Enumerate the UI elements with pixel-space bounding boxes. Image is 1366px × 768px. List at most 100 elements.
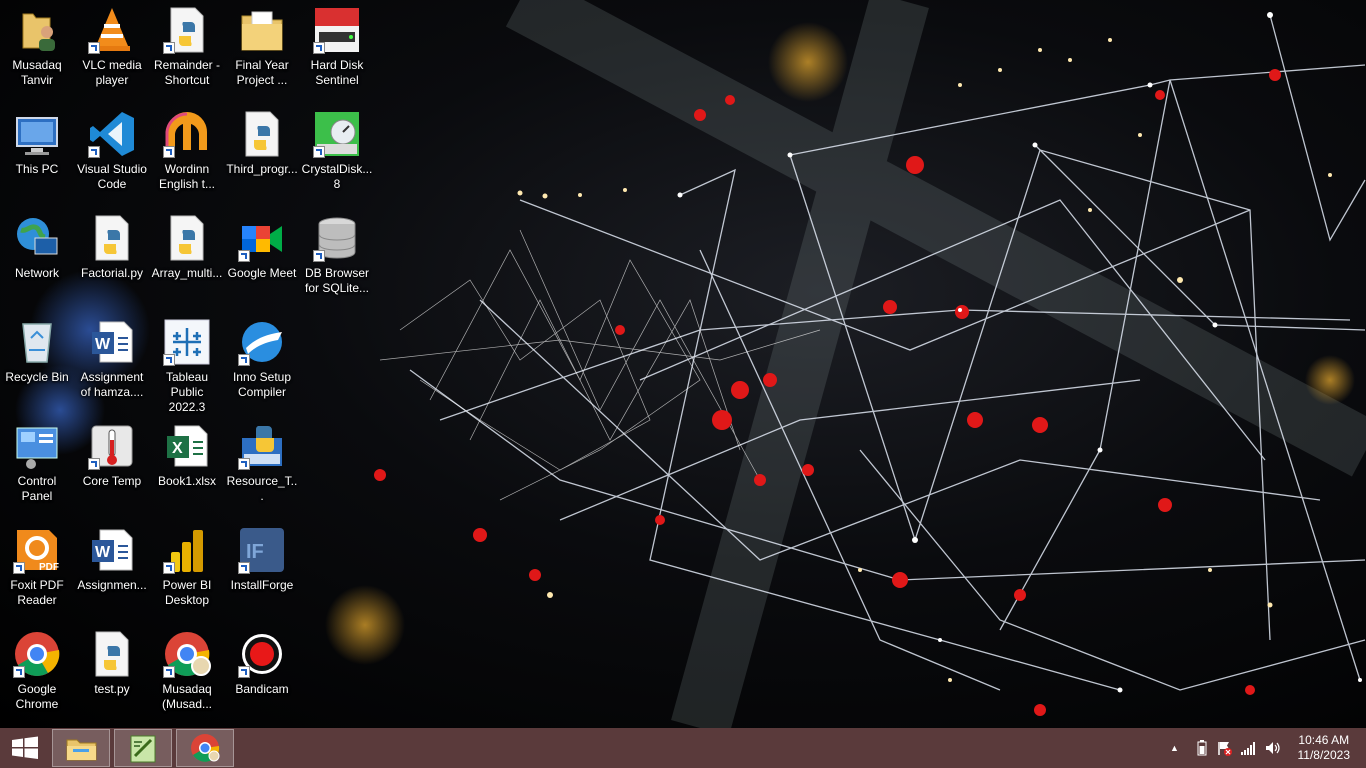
icon-label: Resource_T... [226, 474, 298, 503]
icon-label: Third_progr... [226, 162, 298, 176]
icon-label: Final Year Project ... [235, 58, 289, 87]
icon-label: Network [14, 266, 59, 280]
desktop-icon-google-meet[interactable]: Google Meet [225, 208, 299, 308]
python-file-icon [163, 6, 211, 54]
hdd-sentinel-icon [313, 6, 361, 54]
icon-label: Foxit PDF Reader [10, 578, 64, 607]
shortcut-arrow-icon [88, 458, 100, 470]
svg-text:X: X [172, 440, 183, 457]
computer-icon [13, 110, 61, 158]
taskbar-file-explorer[interactable] [52, 729, 110, 767]
desktop-icon-vscode[interactable]: Visual Studio Code [75, 104, 149, 204]
shortcut-arrow-icon [163, 146, 175, 158]
vscode-icon [88, 110, 136, 158]
desktop-icon-recycle-bin[interactable]: Recycle Bin [0, 312, 74, 412]
desktop-icon-tableau[interactable]: Tableau Public 2022.3 [150, 312, 224, 414]
shortcut-arrow-icon [238, 458, 250, 470]
desktop-icon-control-panel[interactable]: Control Panel [0, 416, 74, 516]
folder-icon [238, 6, 286, 54]
desktop-icon-crystaldisk[interactable]: CrystalDisk... 8 [300, 104, 374, 204]
icon-label: Array_multi... [151, 266, 223, 280]
excel-icon: X [163, 422, 211, 470]
chrome-icon [191, 734, 220, 762]
desktop-icon-array-multi[interactable]: Array_multi... [150, 208, 224, 308]
icon-label: Google Meet [227, 266, 297, 280]
powerbi-icon [163, 526, 211, 574]
tableau-icon [163, 318, 211, 366]
desktop-icon-vlc[interactable]: VLC media player [75, 0, 149, 100]
desktop-icon-resource-t[interactable]: Resource_T... [225, 416, 299, 516]
desktop-icon-google-chrome[interactable]: Google Chrome [0, 624, 74, 724]
icon-label: Assignmen... [77, 578, 147, 592]
desktop-icon-test-py[interactable]: test.py [75, 624, 149, 724]
shortcut-arrow-icon [163, 666, 175, 678]
action-center-flag-icon[interactable] [1216, 740, 1232, 756]
icon-label: Assignment of hamza.... [80, 370, 144, 399]
icon-label: Control Panel [17, 474, 57, 503]
clock-date: 11/8/2023 [1297, 748, 1351, 762]
shortcut-arrow-icon [238, 562, 250, 574]
shortcut-arrow-icon [238, 250, 250, 262]
control-panel-icon [13, 422, 61, 470]
shortcut-arrow-icon [13, 666, 25, 678]
desktop-icon-bandicam[interactable]: Bandicam [225, 624, 299, 724]
svg-text:W: W [95, 544, 111, 561]
svg-text:IF: IF [246, 541, 264, 563]
desktop-icon-assignment-word[interactable]: W Assignment of hamza.... [75, 312, 149, 412]
icon-label: Hard Disk Sentinel [310, 58, 364, 87]
desktop-icon-musadaq-chrome-profile[interactable]: Musadaq (Musad... [150, 624, 224, 724]
desktop-icon-musadaq-tanvir[interactable]: Musadaq Tanvir [0, 0, 74, 100]
desktop-icon-final-year-project[interactable]: Final Year Project ... [225, 0, 299, 100]
icon-label: Visual Studio Code [77, 162, 147, 191]
shortcut-arrow-icon [163, 42, 175, 54]
svg-text:PDF: PDF [39, 562, 59, 573]
network-icon [13, 214, 61, 262]
start-button[interactable] [0, 728, 50, 768]
icon-label: Factorial.py [80, 266, 144, 280]
shortcut-arrow-icon [313, 146, 325, 158]
volume-icon[interactable] [1264, 740, 1282, 756]
battery-icon[interactable] [1196, 740, 1208, 756]
desktop-icon-third-program[interactable]: Third_progr... [225, 104, 299, 204]
icon-label: VLC media player [82, 58, 142, 87]
taskbar-notepad-plus[interactable] [114, 729, 172, 767]
word-doc-icon: W [88, 526, 136, 574]
desktop-icon-power-bi[interactable]: Power BI Desktop [150, 520, 224, 620]
chrome-icon [13, 630, 61, 678]
shortcut-arrow-icon [313, 250, 325, 262]
icon-label: Power BI Desktop [162, 578, 212, 607]
desktop-icon-foxit-pdf-reader[interactable]: PDF Foxit PDF Reader [0, 520, 74, 620]
icon-label: Tableau Public 2022.3 [165, 370, 209, 414]
python-file-icon [163, 214, 211, 262]
show-hidden-icons-arrow[interactable]: ▲ [1170, 743, 1179, 753]
vlc-icon [88, 6, 136, 54]
desktop-icon-network[interactable]: Network [0, 208, 74, 308]
desktop-icon-factorial-py[interactable]: Factorial.py [75, 208, 149, 308]
notepad-plus-icon [130, 735, 156, 763]
taskbar-clock[interactable]: 10:46 AM 11/8/2023 [1298, 733, 1351, 763]
desktop-icon-assignment-word-2[interactable]: W Assignmen... [75, 520, 149, 620]
icon-label: Remainder - Shortcut [153, 58, 221, 87]
database-icon [313, 214, 361, 262]
icon-label: Bandicam [235, 682, 289, 696]
file-explorer-icon [66, 739, 97, 761]
desktop-icon-hard-disk-sentinel[interactable]: Hard Disk Sentinel [300, 0, 374, 100]
taskbar-chrome[interactable] [176, 729, 234, 767]
desktop-icon-book1-xlsx[interactable]: X Book1.xlsx [150, 416, 224, 516]
desktop-icon-remainder-shortcut[interactable]: Remainder - Shortcut [150, 0, 224, 100]
network-signal-icon[interactable] [1240, 740, 1256, 756]
desktop-icon-core-temp[interactable]: Core Temp [75, 416, 149, 516]
desktop-icon-wordinn[interactable]: Wordinn English t... [150, 104, 224, 204]
taskbar: ▲ 10:46 AM 11/8/2023 [0, 728, 1366, 768]
desktop-icon-db-browser-sqlite[interactable]: DB Browser for SQLite... [300, 208, 374, 308]
icon-label: Google Chrome [15, 682, 59, 711]
desktop-icon-inno-setup[interactable]: Inno Setup Compiler [225, 312, 299, 412]
shortcut-arrow-icon [163, 562, 175, 574]
desktop-icon-installforge[interactable]: IF InstallForge [225, 520, 299, 620]
thermometer-icon [88, 422, 136, 470]
python-file-icon [88, 214, 136, 262]
installforge-icon: IF [238, 526, 286, 574]
desktop-icon-this-pc[interactable]: This PC [0, 104, 74, 204]
icon-label: CrystalDisk... 8 [301, 162, 373, 191]
foxit-pdf-icon: PDF [13, 526, 61, 574]
